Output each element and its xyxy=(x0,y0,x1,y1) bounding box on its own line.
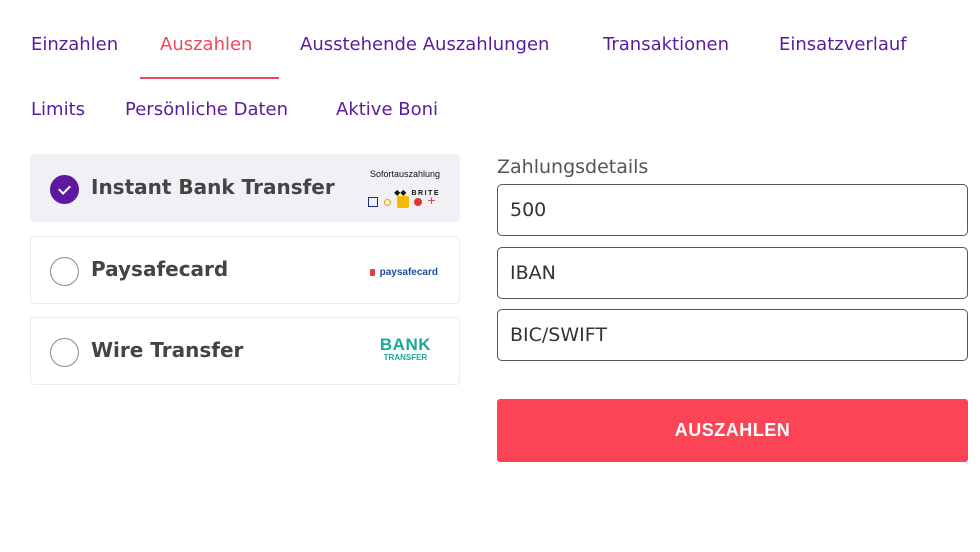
withdraw-button[interactable]: AUSZAHLEN xyxy=(497,399,968,462)
bank-icon-red xyxy=(414,198,422,206)
paysafecard-wordmark: paysafecard xyxy=(379,267,438,278)
radio-unchecked[interactable] xyxy=(50,338,79,367)
tab-aktive-boni[interactable]: Aktive Boni xyxy=(336,99,438,120)
tab-auszahlen[interactable]: Auszahlen xyxy=(160,34,252,55)
paysafecard-logo: paysafecard xyxy=(369,262,438,281)
payment-details-label: Zahlungsdetails xyxy=(497,156,649,178)
payment-method-wire-transfer[interactable]: Wire Transfer BANK TRANSFER xyxy=(30,317,460,385)
bank-icon-orange xyxy=(397,196,409,208)
tab-active-underline xyxy=(140,77,279,79)
tab-transaktionen[interactable]: Transaktionen xyxy=(603,34,729,55)
iban-input[interactable] xyxy=(497,247,968,299)
radio-unchecked[interactable] xyxy=(50,257,79,286)
brite-logo: Sofortauszahlung ◆◆ BRITE + xyxy=(368,169,440,211)
deutsche-bank-icon xyxy=(368,197,378,207)
tab-einsatzverlauf[interactable]: Einsatzverlauf xyxy=(779,34,907,55)
bank-transfer-line1: BANK xyxy=(379,335,431,354)
payment-method-paysafecard[interactable]: Paysafecard paysafecard xyxy=(30,236,460,304)
bank-transfer-line2: TRANSFER xyxy=(383,353,428,362)
method-label: Paysafecard xyxy=(91,257,229,281)
tab-ausstehende-auszahlungen[interactable]: Ausstehende Auszahlungen xyxy=(300,34,549,55)
tab-einzahlen[interactable]: Einzahlen xyxy=(31,34,118,55)
bank-transfer-logo: BANK TRANSFER xyxy=(379,335,431,362)
tab-limits[interactable]: Limits xyxy=(31,99,85,120)
payment-method-instant-bank-transfer[interactable]: Instant Bank Transfer Sofortauszahlung ◆… xyxy=(30,154,460,222)
radio-checked[interactable] xyxy=(50,175,79,204)
bank-icons: + xyxy=(368,194,440,208)
method-label: Wire Transfer xyxy=(91,338,244,362)
method-label: Instant Bank Transfer xyxy=(91,175,335,199)
plus-icon: + xyxy=(427,194,437,207)
amount-input[interactable] xyxy=(497,184,968,236)
bic-swift-input[interactable] xyxy=(497,309,968,361)
tab-persoenliche-daten[interactable]: Persönliche Daten xyxy=(125,99,288,120)
brite-logo-top-text: Sofortauszahlung xyxy=(369,169,440,179)
bank-icon-yellow xyxy=(384,199,391,206)
lock-icon xyxy=(369,269,375,276)
